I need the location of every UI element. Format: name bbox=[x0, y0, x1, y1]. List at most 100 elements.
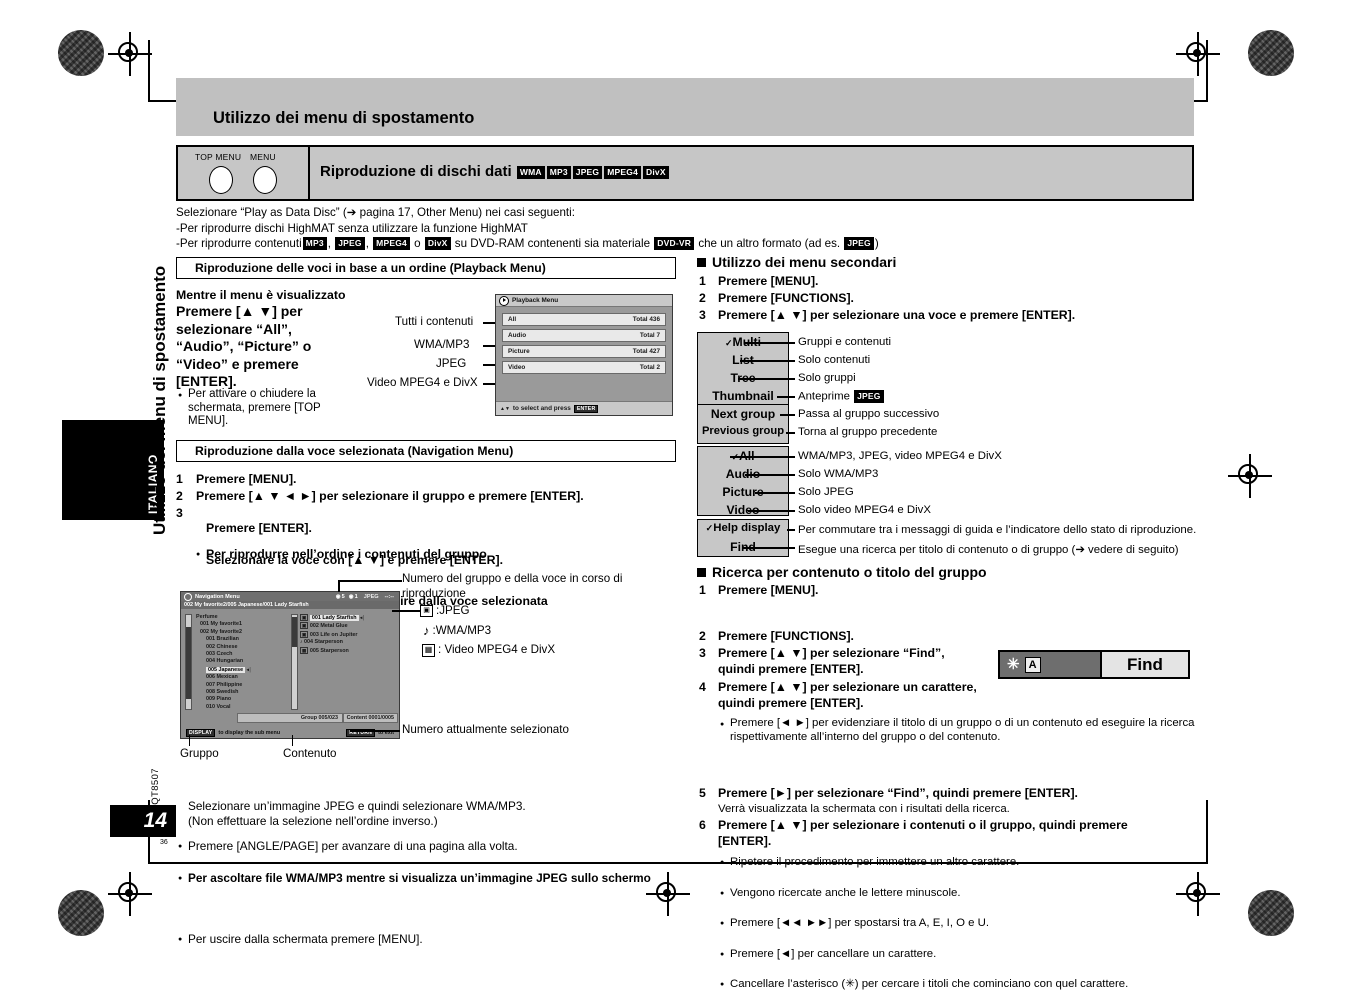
tree-item-8[interactable]: 006 Mexican bbox=[194, 674, 284, 681]
content-item-4[interactable]: ▦ 005 Starperson bbox=[300, 646, 396, 655]
tree-item-12[interactable]: 010 Vocal bbox=[194, 704, 284, 711]
playback-screen-titlebar: Playback Menu bbox=[496, 295, 672, 307]
tree-item-0[interactable]: Perfume bbox=[194, 614, 284, 621]
nav-callout-content: Contenuto bbox=[283, 747, 337, 760]
option-thumbnail-desc: Anteprime JPEG bbox=[798, 390, 885, 403]
option-previous-group-label: Previous group bbox=[701, 425, 785, 437]
tree-item-9[interactable]: 007 Philippine bbox=[194, 682, 284, 689]
option-previous-group[interactable]: Previous group bbox=[699, 425, 787, 437]
tree-item-6[interactable]: 004 Hungarian bbox=[194, 658, 284, 665]
submenu-step-3-num: 3 bbox=[699, 308, 706, 322]
enter-key-cap: ENTER bbox=[573, 404, 599, 413]
intro-paragraph: Selezionare “Play as Data Disc” (➔ pagin… bbox=[176, 205, 996, 252]
option-next-group-desc: Passa al gruppo successivo bbox=[798, 408, 940, 420]
playback-screen-footer: ▲▼ to select and press ENTER bbox=[496, 401, 672, 415]
nav-leader-number bbox=[338, 580, 402, 582]
music-note-icon: ♪ bbox=[423, 622, 430, 638]
tree-scrollbar-thumb[interactable] bbox=[186, 627, 191, 699]
registration-mark-top-left bbox=[108, 32, 152, 76]
content-status-text-wrap: Content 0001/0005 bbox=[341, 713, 398, 723]
find-button[interactable]: Find bbox=[1100, 652, 1188, 677]
tree-item-11[interactable]: 009 Piano bbox=[194, 696, 284, 703]
page-number-secondary: 36 bbox=[160, 839, 168, 846]
leader-multi bbox=[745, 342, 795, 344]
tree-item-2[interactable]: 002 My favorite2 bbox=[194, 629, 284, 636]
nav-path: 002 My favorite2/005 Japanese/001 Lady S… bbox=[184, 602, 309, 608]
playback-row-picture[interactable]: Picture Total 427 bbox=[502, 345, 666, 358]
find-character-cell[interactable]: A bbox=[1024, 656, 1041, 673]
tree-item-10[interactable]: 008 Swedish bbox=[194, 689, 284, 696]
page-title: Utilizzo dei menu di spostamento bbox=[213, 109, 475, 127]
chip-jpeg-inline: JPEG bbox=[335, 237, 365, 251]
option-help-display-label: Help display bbox=[713, 522, 781, 534]
top-menu-button[interactable] bbox=[209, 166, 233, 194]
playback-instruction: Premere [▲ ▼] per selezionare “All”, “Au… bbox=[176, 303, 312, 389]
chip-mpeg4-inline: MPEG4 bbox=[373, 237, 410, 251]
tree-item-5[interactable]: 003 Czech bbox=[194, 651, 284, 658]
leader-thumbnail bbox=[777, 396, 795, 398]
find-heading: Ricerca per contenuto o titolo del grupp… bbox=[697, 564, 987, 581]
contents-scrollbar-thumb[interactable] bbox=[292, 617, 297, 647]
playback-row-audio-total: Total 7 bbox=[639, 332, 660, 339]
intro-line-3-c: , bbox=[365, 237, 369, 250]
find-step-4-note-4: Cancellare l’asterisco (✳) per cercare i… bbox=[720, 977, 1348, 993]
submenu-heading-text: Utilizzo dei menu secondari bbox=[712, 254, 897, 270]
find-heading-text: Ricerca per contenuto o titolo del grupp… bbox=[712, 564, 987, 580]
tree-item-1[interactable]: 001 My favorite1 bbox=[194, 621, 284, 628]
playback-row-audio[interactable]: Audio Total 7 bbox=[502, 329, 666, 342]
nav-step-3-a2: Premere [ENTER]. bbox=[206, 521, 312, 535]
nav-callout-number: Numero del gruppo e della voce in corso … bbox=[402, 572, 623, 600]
jpeg-file-icon-2: ▣ bbox=[300, 622, 309, 630]
nav-step-1: Premere [MENU]. bbox=[196, 472, 297, 486]
find-step-4-note-2: Premere [◄◄ ►►] per spostarsi tra A, E, … bbox=[720, 916, 1348, 932]
tree-item-3[interactable]: 001 Brazilian bbox=[194, 636, 284, 643]
leader-find bbox=[742, 547, 795, 549]
option-next-group[interactable]: Next group bbox=[699, 407, 787, 421]
legend-wma-text: :WMA/MP3 bbox=[432, 623, 492, 637]
tree-item-7[interactable]: 005 Japanese ◂│ bbox=[194, 666, 284, 674]
option-thumbnail[interactable]: Thumbnail bbox=[699, 389, 787, 403]
content-item-3[interactable]: ♪ 004 Starperson bbox=[300, 639, 396, 646]
tree-scrollbar[interactable] bbox=[185, 614, 192, 710]
tree-item-4[interactable]: 002 Chinese bbox=[194, 644, 284, 651]
crop-line-top-right bbox=[1206, 40, 1208, 102]
option-multi-desc: Gruppi e contenuti bbox=[798, 336, 892, 348]
playback-row-video[interactable]: Video Total 2 bbox=[502, 361, 666, 374]
content-item-1[interactable]: ▣ 002 Metal Glue bbox=[300, 622, 396, 630]
crop-line-top bbox=[148, 40, 150, 102]
find-input-area[interactable]: ✳ A bbox=[1000, 652, 1100, 677]
option-thumbnail-desc-text: Anteprime bbox=[798, 390, 850, 403]
nav-callout-selected: Numero attualmente selezionato bbox=[402, 723, 569, 736]
playback-row-all[interactable]: All Total 436 bbox=[502, 313, 666, 326]
play-icon bbox=[499, 295, 509, 306]
nav-note-4: Per uscire dalla schermata premere [MENU… bbox=[178, 932, 1348, 948]
registration-mark-bottom-left bbox=[108, 872, 152, 916]
content-item-3-label: 004 Starperson bbox=[304, 639, 343, 646]
menu-button[interactable] bbox=[253, 166, 277, 194]
nav-step-3-b2: Selezionare la voce con [▲ ▼] e premere … bbox=[206, 553, 504, 567]
contents-scrollbar[interactable] bbox=[291, 614, 298, 710]
find-step-4-note-0: Ripetere il procedimento per immettere u… bbox=[720, 855, 1348, 871]
content-item-0[interactable]: ▣ 001 Lady Starfish ◂│ bbox=[300, 614, 396, 622]
navigation-menu-heading: Riproduzione dalla voce selezionata (Nav… bbox=[195, 444, 514, 458]
nav-hint-bar: DISPLAY to display the sub menu RETURN t… bbox=[181, 727, 399, 738]
nav-step-2: Premere [▲ ▼ ◄ ►] per selezionare il gru… bbox=[196, 489, 584, 503]
nav-badge-2: 1 bbox=[354, 593, 358, 600]
legend-wma-row: ♪ :WMA/MP3 bbox=[423, 624, 555, 639]
nav-leader-selected bbox=[350, 730, 400, 732]
legend-jpeg-text: :JPEG bbox=[436, 604, 470, 617]
nav-screen-title: Navigation Menu bbox=[195, 593, 240, 600]
option-help-display[interactable]: ✓Help display bbox=[699, 522, 787, 534]
intro-line-3-g: ) bbox=[874, 237, 879, 250]
content-item-2[interactable]: ▣ 003 Life on Jupiter bbox=[300, 630, 396, 639]
option-video-desc: Solo video MPEG4 e DivX bbox=[798, 504, 931, 516]
submenu-step-1-num: 1 bbox=[699, 274, 706, 288]
jpeg-icon: ▣ bbox=[420, 605, 433, 618]
nav-leader-content-vert bbox=[292, 735, 294, 746]
chip-dvdvr-inline: DVD-VR bbox=[654, 237, 695, 251]
submenu-step-2: Premere [FUNCTIONS]. bbox=[718, 291, 854, 305]
leader-previous-group bbox=[786, 432, 795, 434]
playback-callout-1: WMA/MP3 bbox=[414, 338, 470, 351]
find-step-5-num: 5 bbox=[699, 786, 706, 800]
playback-row-video-label: Video bbox=[508, 364, 526, 371]
